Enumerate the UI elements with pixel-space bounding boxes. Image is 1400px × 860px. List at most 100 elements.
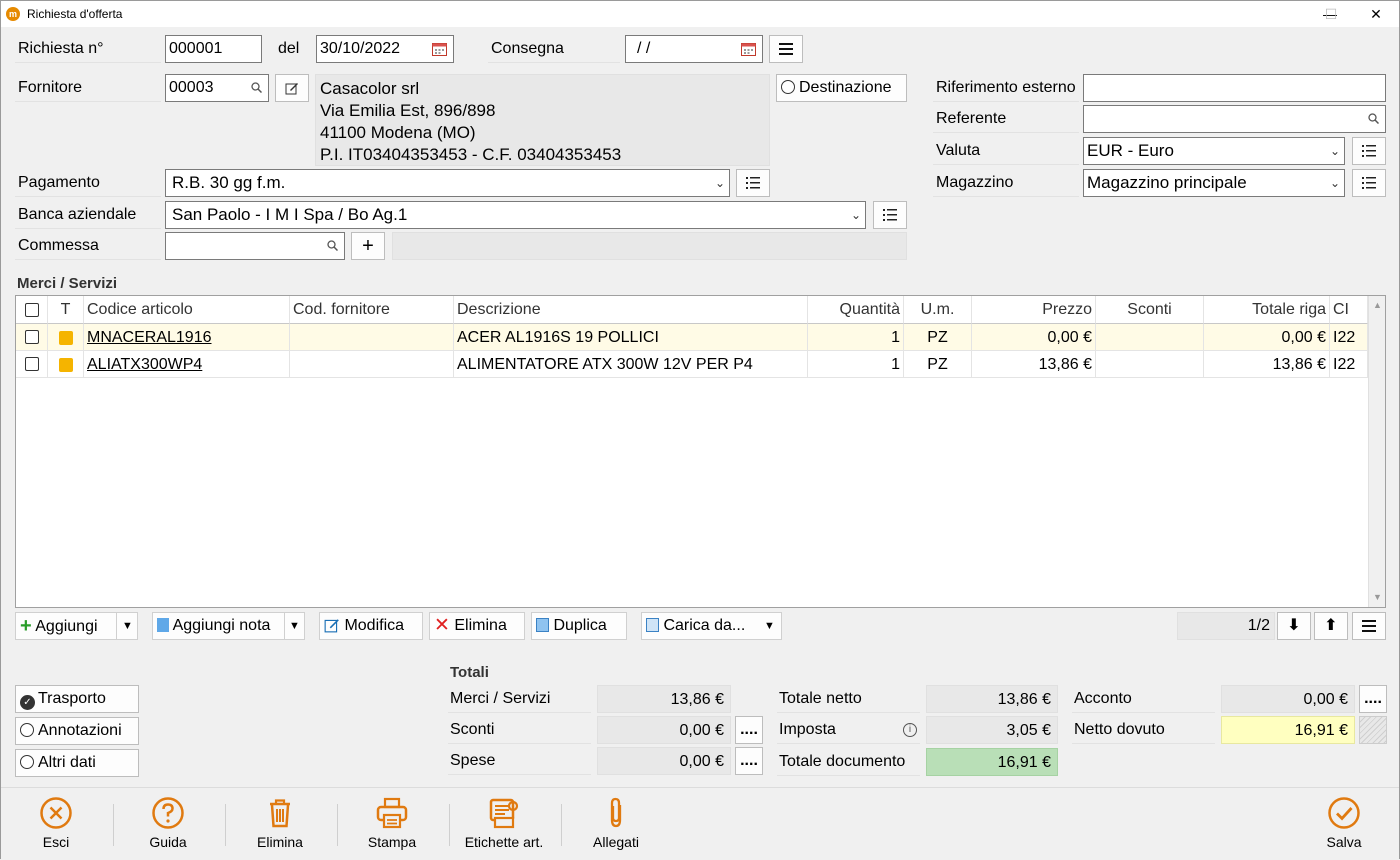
info-icon[interactable]: i	[903, 723, 917, 737]
scroll-up-icon[interactable]: ▲	[1373, 300, 1382, 310]
col-quantita[interactable]: Quantità	[808, 296, 904, 324]
acconto-ellipsis-button[interactable]: ....	[1359, 685, 1387, 713]
move-up-button[interactable]: ⬆	[1314, 612, 1348, 640]
select-all-header[interactable]	[16, 296, 48, 324]
guida-label: Guida	[149, 834, 187, 850]
commessa-field[interactable]	[165, 232, 345, 260]
row-select[interactable]	[16, 351, 48, 378]
totale-cell: 13,86 €	[1204, 351, 1330, 378]
annotazioni-option[interactable]: Annotazioni	[15, 717, 139, 745]
descrizione-cell: ACER AL1916S 19 POLLICI	[454, 324, 808, 351]
banca-list-button[interactable]	[873, 201, 907, 229]
select-all-checkbox[interactable]	[25, 303, 39, 317]
row-checkbox[interactable]	[25, 357, 39, 371]
row-select[interactable]	[16, 324, 48, 351]
esci-label: Esci	[42, 834, 70, 850]
row-checkbox[interactable]	[25, 330, 39, 344]
referente-field[interactable]	[1083, 105, 1386, 133]
grid-menu-button[interactable]	[1352, 612, 1386, 640]
add-commessa-button[interactable]: +	[351, 232, 385, 260]
pagamento-value: R.B. 30 gg f.m.	[172, 173, 286, 192]
aggiungi-button[interactable]: + Aggiungi ▼	[15, 612, 138, 640]
label-printer-icon	[489, 798, 519, 829]
banca-value: San Paolo - I M I Spa / Bo Ag.1	[172, 205, 408, 224]
numero-field[interactable]: 000001	[165, 35, 262, 63]
elimina-doc-button[interactable]: Elimina	[225, 788, 335, 860]
col-t[interactable]: T	[48, 296, 84, 324]
table-row[interactable]: MNACERAL1916 ACER AL1916S 19 POLLICI 1 P…	[16, 324, 1368, 351]
stampa-button[interactable]: Stampa	[337, 788, 447, 860]
prezzo-cell: 13,86 €	[972, 351, 1096, 378]
magazzino-list-button[interactable]	[1352, 169, 1386, 197]
salva-button[interactable]: Salva	[1289, 788, 1399, 860]
codice-cell[interactable]: ALIATX300WP4	[84, 351, 290, 378]
elimina-row-button[interactable]: ✕ Elimina	[429, 612, 525, 640]
col-descrizione[interactable]: Descrizione	[454, 296, 808, 324]
sconti-ellipsis-button[interactable]: ....	[735, 716, 763, 744]
dropdown-arrow-icon[interactable]: ▼	[289, 613, 300, 639]
trasporto-option[interactable]: ✓ Trasporto	[15, 685, 139, 713]
col-totale[interactable]: Totale riga	[1204, 296, 1330, 324]
altri-dati-option[interactable]: Altri dati	[15, 749, 139, 777]
hamburger-icon	[1362, 620, 1376, 632]
table-row[interactable]: ALIATX300WP4 ALIMENTATORE ATX 300W 12V P…	[16, 351, 1368, 378]
note-icon	[157, 618, 169, 632]
edit-fornitore-button[interactable]	[275, 74, 309, 102]
dropdown-arrow-icon[interactable]: ▼	[122, 613, 133, 639]
chevron-down-icon: ⌄	[850, 208, 861, 222]
check-circle-icon	[1328, 797, 1360, 829]
dovuto-label: Netto dovuto	[1072, 716, 1215, 744]
commessa-label: Commessa	[15, 232, 161, 260]
documento-value: 16,91 €	[926, 748, 1058, 776]
ci-cell: I22	[1330, 351, 1368, 378]
codice-cell[interactable]: MNACERAL1916	[84, 324, 290, 351]
del-label: del	[278, 40, 300, 57]
search-icon[interactable]	[1368, 113, 1379, 124]
search-icon[interactable]	[251, 82, 262, 93]
col-prezzo[interactable]: Prezzo	[972, 296, 1096, 324]
menu-button[interactable]	[769, 35, 803, 63]
duplica-button[interactable]: Duplica	[531, 612, 627, 640]
chevron-down-icon: ⌄	[1329, 176, 1340, 190]
consegna-field[interactable]: / /	[625, 35, 763, 63]
vertical-scrollbar[interactable]: ▲ ▼	[1368, 296, 1385, 607]
rif-esterno-field[interactable]	[1083, 74, 1386, 102]
guida-button[interactable]: Guida	[113, 788, 223, 860]
trasporto-label: Trasporto	[38, 690, 106, 707]
col-sconti[interactable]: Sconti	[1096, 296, 1204, 324]
esci-button[interactable]: Esci	[1, 788, 111, 860]
magazzino-label: Magazzino	[933, 169, 1079, 197]
move-down-button[interactable]: ⬇	[1277, 612, 1311, 640]
carica-da-button[interactable]: Carica da... ▼	[641, 612, 782, 640]
modifica-button[interactable]: Modifica	[319, 612, 423, 640]
valuta-list-button[interactable]	[1352, 137, 1386, 165]
pagamento-list-button[interactable]	[736, 169, 770, 197]
calendar-icon[interactable]	[741, 42, 756, 56]
destinazione-button[interactable]: Destinazione	[776, 74, 907, 102]
col-ci[interactable]: CI	[1330, 296, 1368, 324]
magazzino-select[interactable]: Magazzino principale ⌄	[1083, 169, 1345, 197]
close-button[interactable]: ✕	[1353, 1, 1399, 27]
col-um[interactable]: U.m.	[904, 296, 972, 324]
maximize-button[interactable]: ☐	[1308, 1, 1354, 27]
pagamento-select[interactable]: R.B. 30 gg f.m. ⌄	[165, 169, 730, 197]
col-codice[interactable]: Codice articolo	[84, 296, 290, 324]
scroll-down-icon[interactable]: ▼	[1373, 592, 1382, 602]
banca-select[interactable]: San Paolo - I M I Spa / Bo Ag.1 ⌄	[165, 201, 866, 229]
search-icon[interactable]	[327, 240, 338, 251]
cod-fornitore-cell	[290, 324, 454, 351]
etichette-button[interactable]: Etichette art.	[449, 788, 559, 860]
allegati-button[interactable]: Allegati	[561, 788, 671, 860]
spese-value: 0,00 €	[597, 747, 731, 775]
col-cod-fornitore[interactable]: Cod. fornitore	[290, 296, 454, 324]
aggiungi-nota-button[interactable]: Aggiungi nota ▼	[152, 612, 305, 640]
date-field[interactable]: 30/10/2022	[316, 35, 454, 63]
fornitore-field[interactable]: 00003	[165, 74, 269, 102]
radio-icon	[781, 80, 795, 94]
spese-ellipsis-button[interactable]: ....	[735, 747, 763, 775]
valuta-select[interactable]: EUR - Euro ⌄	[1083, 137, 1345, 165]
imposta-label: Imposta i	[777, 716, 920, 744]
calendar-icon[interactable]	[432, 42, 447, 56]
valuta-label: Valuta	[933, 137, 1079, 165]
stampa-label: Stampa	[367, 834, 417, 850]
